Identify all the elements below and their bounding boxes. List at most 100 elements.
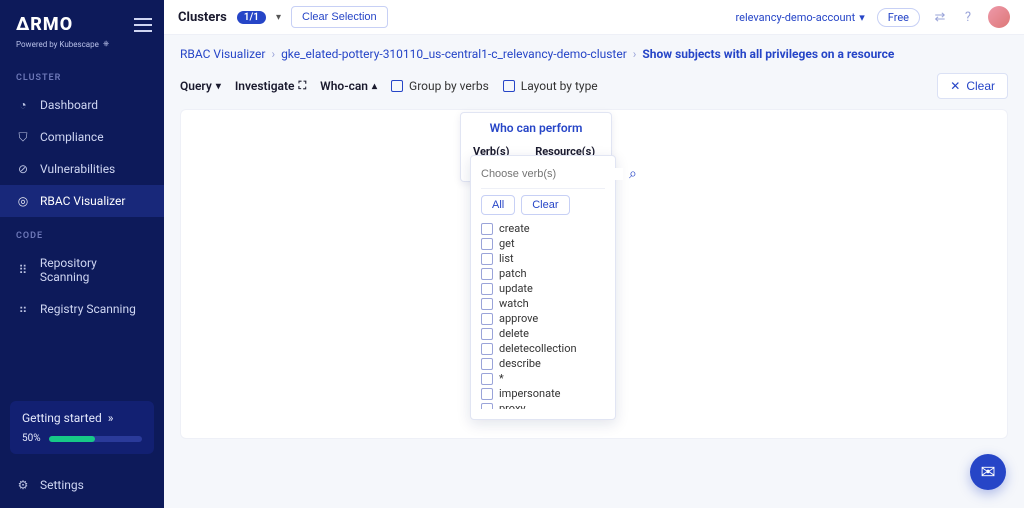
sidebar: ΔRMO Powered by Kubescape ⎈ CLUSTER ◔ Da… [0,0,164,508]
nav-label: Vulnerabilities [40,162,115,176]
verb-option[interactable]: approve [481,311,605,326]
nav-vulnerabilities[interactable]: ⊘ Vulnerabilities [0,153,164,185]
verb-select-panel: ⌕ All Clear creategetlistpatchupdatewatc… [470,155,616,420]
clusters-label: Clusters [178,10,227,25]
search-icon[interactable]: ⌕ [629,166,637,182]
who-can-label: Who-can [320,79,368,93]
verb-label: impersonate [499,387,561,400]
settings-icon[interactable]: ⇄ [932,9,948,25]
breadcrumb-cluster[interactable]: gke_elated-pottery-310110_us-central1-c_… [281,47,627,61]
checkbox-icon [391,80,403,92]
verb-option[interactable]: patch [481,266,605,281]
layout-by-type-checkbox[interactable]: Layout by type [503,79,598,93]
verb-label: create [499,222,530,235]
checkbox-icon [481,298,493,310]
account-label: relevancy-demo-account [736,11,856,24]
verb-option[interactable]: impersonate [481,386,605,401]
checkbox-icon [481,223,493,235]
nav-rbac-visualizer[interactable]: ◎ RBAC Visualizer [0,185,164,217]
verb-search-input[interactable] [481,168,623,180]
close-icon: ✕ [950,79,960,93]
verb-option[interactable]: * [481,371,605,386]
main: Clusters 1/1 ▾ Clear Selection relevancy… [164,0,1024,508]
verb-label: approve [499,312,538,325]
verb-label: get [499,237,515,250]
nav-settings[interactable]: ⚙ Settings [0,468,164,508]
plan-badge[interactable]: Free [877,8,920,27]
checkbox-icon [481,373,493,385]
chat-launcher[interactable]: ✉ [970,454,1006,490]
nav-label: Repository Scanning [40,256,148,284]
nav-cluster: ◔ Dashboard ⛉ Compliance ⊘ Vulnerabiliti… [0,89,164,217]
gear-icon: ⚙ [16,478,30,492]
who-can-dropdown[interactable]: Who-can ▴ [320,79,377,93]
chevron-down-icon: ▾ [859,11,865,24]
verb-option[interactable]: proxy [481,401,605,409]
getting-started-card[interactable]: Getting started » 50% [10,401,154,454]
query-dropdown[interactable]: Query ▾ [180,79,221,93]
query-toolbar: Query ▾ Investigate ⛶ Who-can ▴ Group by… [180,73,1008,99]
nav-registry-scanning[interactable]: ⠶ Registry Scanning [0,293,164,325]
help-icon[interactable]: ? [960,9,976,25]
verb-option[interactable]: deletecollection [481,341,605,356]
clear-label: Clear [966,79,995,93]
breadcrumb: RBAC Visualizer › gke_elated-pottery-310… [180,47,1008,61]
breadcrumb-root[interactable]: RBAC Visualizer [180,47,265,61]
clear-verbs-button[interactable]: Clear [521,195,569,215]
chat-icon: ✉ [980,462,995,483]
checkbox-icon [481,283,493,295]
progress-bar [49,436,142,442]
verb-option[interactable]: list [481,251,605,266]
verb-label: delete [499,327,529,340]
progress-percent: 50% [22,433,41,444]
nav-code: ⠿ Repository Scanning ⠶ Registry Scannin… [0,247,164,325]
verb-label: describe [499,357,541,370]
section-cluster: CLUSTER [0,59,164,89]
clear-selection-button[interactable]: Clear Selection [291,6,388,28]
clear-query-button[interactable]: ✕ Clear [937,73,1008,99]
clusters-dropdown[interactable]: ▾ [276,12,281,23]
verb-list: create getlistpatchupdatewatchapprove dele… [481,221,605,409]
verb-option[interactable]: create [481,221,605,236]
verb-option[interactable]: describe [481,356,605,371]
group-by-verbs-checkbox[interactable]: Group by verbs [391,79,489,93]
breadcrumb-sep: › [271,47,275,61]
shield-icon: ⛉ [16,130,30,144]
account-switcher[interactable]: relevancy-demo-account ▾ [736,11,865,24]
chevron-up-icon: ▴ [372,81,377,92]
verb-label: update [499,282,533,295]
nav-dashboard[interactable]: ◔ Dashboard [0,89,164,121]
nav-repo-scanning[interactable]: ⠿ Repository Scanning [0,247,164,293]
nav-label: Dashboard [40,98,98,112]
verb-label: proxy [499,402,526,409]
checkbox-icon [481,238,493,250]
checkbox-label: Layout by type [521,79,598,93]
gauge-icon: ◔ [16,98,30,112]
verb-option[interactable]: delete [481,326,605,341]
checkbox-label: Group by verbs [409,79,489,93]
getting-started-label: Getting started [22,411,102,425]
select-all-button[interactable]: All [481,195,515,215]
bug-icon: ⊘ [16,162,30,176]
verb-option[interactable]: get [481,236,605,251]
verb-option[interactable]: watch [481,296,605,311]
checkbox-icon [481,328,493,340]
checkbox-icon [481,403,493,410]
brand-logo: ΔRMO [16,14,73,35]
investigate-button[interactable]: Investigate ⛶ [235,79,306,93]
nav-label: Registry Scanning [40,302,136,316]
nav-compliance[interactable]: ⛉ Compliance [0,121,164,153]
menu-toggle-icon[interactable] [134,18,152,32]
avatar[interactable] [988,6,1010,28]
query-label: Query [180,79,212,93]
nav-label: Compliance [40,130,104,144]
eye-icon: ◎ [16,194,30,208]
verb-option[interactable]: update [481,281,605,296]
checkbox-icon [481,268,493,280]
content-area: RBAC Visualizer › gke_elated-pottery-310… [164,35,1024,508]
registry-icon: ⠶ [16,302,30,316]
nav-label: RBAC Visualizer [40,194,125,208]
settings-label: Settings [40,478,84,492]
breadcrumb-sep: › [633,47,637,61]
investigate-label: Investigate [235,79,295,93]
